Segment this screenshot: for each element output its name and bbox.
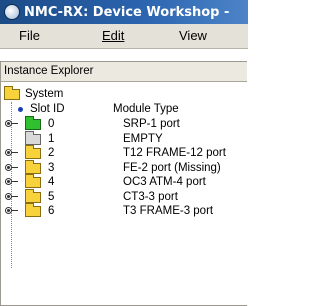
slot-id: 6 xyxy=(48,205,55,217)
slot-id: 0 xyxy=(48,118,55,130)
window-title: NMC-RX: Device Workshop - xyxy=(24,4,230,20)
folder-icon xyxy=(25,189,41,203)
folder-icon xyxy=(25,116,41,130)
instance-explorer-panel: Instance Explorer System Slot ID Module … xyxy=(0,61,247,306)
module-type: OC3 ATM-4 port xyxy=(123,176,206,188)
tree-connector xyxy=(12,210,18,211)
expand-handle-icon[interactable] xyxy=(5,149,12,156)
menu-view[interactable]: View xyxy=(179,28,207,43)
slot-id: 1 xyxy=(48,133,55,145)
app-globe-icon[interactable] xyxy=(4,4,20,20)
slot-id: 3 xyxy=(48,162,55,174)
tree-connector xyxy=(12,123,18,124)
folder-icon xyxy=(25,203,41,217)
expand-handle-icon[interactable] xyxy=(5,178,12,185)
menu-file[interactable]: File xyxy=(19,28,40,43)
expand-handle-icon[interactable] xyxy=(5,120,12,127)
slot-id-header: Slot ID xyxy=(30,103,65,115)
system-folder-icon xyxy=(4,86,20,100)
menu-edit-label: Edit xyxy=(102,28,125,43)
tree-connector xyxy=(11,102,12,268)
slot-id: 4 xyxy=(48,176,55,188)
expand-handle-icon[interactable] xyxy=(5,193,12,200)
folder-icon xyxy=(25,131,41,145)
slot-id: 5 xyxy=(48,191,55,203)
tree-connector xyxy=(12,152,18,153)
module-type: T3 FRAME-3 port xyxy=(123,205,214,217)
tree-connector xyxy=(12,181,18,182)
module-type: CT3-3 port xyxy=(123,191,178,203)
folder-icon xyxy=(25,160,41,174)
title-bar[interactable]: NMC-RX: Device Workshop - xyxy=(0,0,248,24)
folder-icon xyxy=(25,174,41,188)
expand-handle-icon[interactable] xyxy=(5,207,12,214)
tree-connector xyxy=(12,167,18,168)
module-type: EMPTY xyxy=(123,133,163,145)
module-type: T12 FRAME-12 port xyxy=(123,147,226,159)
tree-root-system[interactable]: System xyxy=(25,87,63,101)
tree-connector xyxy=(12,196,18,197)
menu-bar: File Edit View xyxy=(0,24,248,49)
module-type: SRP-1 port xyxy=(123,118,180,130)
instance-tree: System Slot ID Module Type 0 SRP-1 port 1 E… xyxy=(1,83,247,305)
menu-file-label: File xyxy=(19,28,40,43)
expand-handle-icon[interactable] xyxy=(5,164,12,171)
menu-edit[interactable]: Edit xyxy=(102,28,124,43)
module-type: FE-2 port (Missing) xyxy=(123,162,221,174)
slot-bullet-icon xyxy=(18,107,23,112)
menu-view-label: View xyxy=(179,28,207,43)
folder-icon xyxy=(25,145,41,159)
slot-id: 2 xyxy=(48,147,55,159)
module-type-header: Module Type xyxy=(113,103,179,115)
panel-title: Instance Explorer xyxy=(1,62,247,82)
